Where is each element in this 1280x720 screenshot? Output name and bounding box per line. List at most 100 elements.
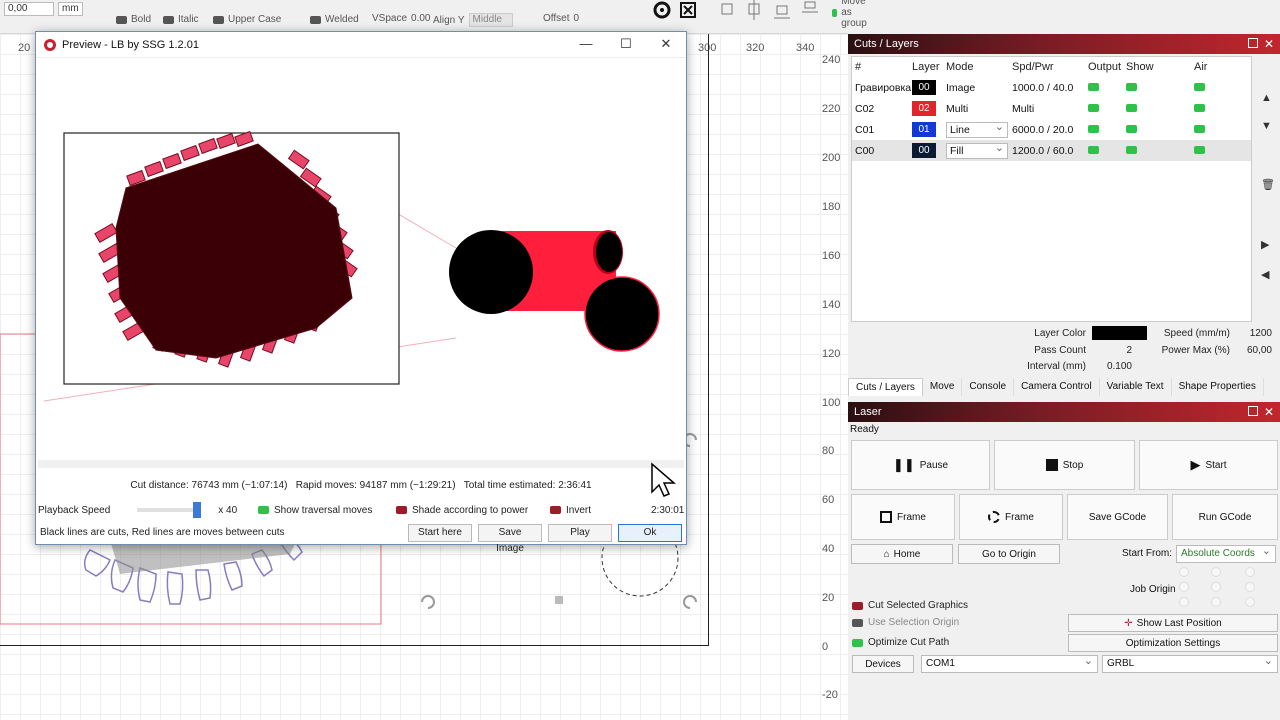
frame-circle-button[interactable]: Frame <box>959 494 1063 540</box>
vspace-input[interactable]: 0.00 <box>411 13 430 24</box>
air-toggle[interactable] <box>1194 103 1205 112</box>
start-here-button[interactable]: Start here <box>408 524 472 542</box>
layer-color-chip[interactable]: 01 <box>912 122 936 137</box>
pause-button[interactable]: ❚❚ Pause <box>851 440 990 490</box>
move-as-group-toggle[interactable]: Move as group <box>832 0 873 29</box>
origin-dot[interactable] <box>1245 597 1255 607</box>
move-layer-down-icon[interactable]: ▼ <box>1261 120 1272 132</box>
optimize-cut-path-switch[interactable] <box>852 638 863 647</box>
start-button[interactable]: ▶ Start <box>1139 440 1278 490</box>
frame-button[interactable]: Frame <box>851 494 955 540</box>
welded-toggle[interactable]: Welded <box>310 14 359 25</box>
offset-input[interactable]: 0 <box>574 13 580 24</box>
layer-color-swatch[interactable] <box>1092 326 1147 340</box>
rotate-handle-icon[interactable] <box>680 592 700 612</box>
port-select[interactable]: COM1 <box>921 653 1098 673</box>
air-toggle[interactable] <box>1194 145 1205 154</box>
air-toggle[interactable] <box>1194 124 1205 133</box>
tab-console[interactable]: Console <box>962 378 1015 396</box>
tab-camera-control[interactable]: Camera Control <box>1014 378 1100 396</box>
layer-color-chip[interactable]: 00 <box>912 143 936 158</box>
table-row[interactable]: C02 02 Multi Multi <box>852 98 1251 119</box>
delete-layer-icon[interactable]: 🗑 <box>1261 178 1275 191</box>
show-traversal-toggle[interactable]: Show traversal moves <box>258 502 372 518</box>
align-left-icon[interactable] <box>718 0 738 20</box>
tab-shape-properties[interactable]: Shape Properties <box>1172 378 1264 396</box>
invert-switch[interactable] <box>550 506 561 514</box>
align-center-icon[interactable] <box>744 0 764 20</box>
output-toggle[interactable] <box>1088 124 1099 133</box>
align-top-icon[interactable] <box>772 0 792 20</box>
tab-move[interactable]: Move <box>923 378 963 396</box>
optimize-cut-path-toggle[interactable]: Optimize Cut Path <box>852 637 949 648</box>
use-selection-origin-switch[interactable] <box>852 618 863 627</box>
layer-color-chip[interactable]: 02 <box>912 101 936 116</box>
float-panel-icon[interactable] <box>1248 406 1258 416</box>
origin-dot[interactable] <box>1179 582 1189 592</box>
shade-power-toggle[interactable]: Shade according to power <box>396 502 528 518</box>
output-toggle[interactable] <box>1088 82 1099 91</box>
distribute-icon[interactable] <box>800 0 820 20</box>
close-panel-icon[interactable]: ✕ <box>1264 402 1274 422</box>
tab-cuts-layers[interactable]: Cuts / Layers <box>848 378 923 396</box>
move-as-group-switch[interactable] <box>832 8 838 17</box>
welded-switch[interactable] <box>310 15 321 24</box>
close-panel-icon[interactable]: ✕ <box>1264 34 1274 54</box>
power-max-input[interactable]: 60,00 <box>1232 345 1272 356</box>
settings-tool-icon[interactable] <box>678 0 698 20</box>
origin-dot[interactable] <box>1211 582 1221 592</box>
optimization-settings-button[interactable]: Optimization Settings <box>1068 634 1278 652</box>
play-button[interactable]: Play <box>548 524 612 542</box>
origin-dot[interactable] <box>1211 597 1221 607</box>
save-image-button[interactable]: Save Image <box>478 524 542 554</box>
table-row[interactable]: Гравировка 00 Image 1000.0 / 40.0 <box>852 77 1251 98</box>
origin-dot[interactable] <box>1245 567 1255 577</box>
run-gcode-button[interactable]: Run GCode <box>1172 494 1278 540</box>
minimize-icon[interactable]: — <box>566 32 606 56</box>
ok-button[interactable]: Ok <box>618 524 682 542</box>
origin-dot[interactable] <box>1179 567 1189 577</box>
bold-switch[interactable] <box>116 15 127 24</box>
italic-toggle[interactable]: Italic <box>163 14 199 25</box>
maximize-icon[interactable]: ☐ <box>606 32 646 56</box>
show-traversal-switch[interactable] <box>258 506 269 514</box>
show-toggle[interactable] <box>1126 124 1137 133</box>
layer-mode-select[interactable]: Fill <box>946 141 1008 159</box>
invert-toggle[interactable]: Invert <box>550 502 591 518</box>
shade-power-switch[interactable] <box>396 506 407 514</box>
collapse-left-icon[interactable]: ◀ <box>1261 268 1269 281</box>
output-toggle[interactable] <box>1088 103 1099 112</box>
go-to-origin-button[interactable]: Go to Origin <box>958 544 1060 564</box>
table-row[interactable]: C01 01 Line 6000.0 / 20.0 <box>852 119 1251 140</box>
upper-case-switch[interactable] <box>213 15 224 24</box>
controller-select[interactable]: GRBL <box>1102 653 1278 673</box>
align-y-select[interactable]: Middle <box>468 13 513 27</box>
output-toggle[interactable] <box>1088 145 1099 154</box>
bold-toggle[interactable]: Bold <box>116 14 151 25</box>
save-gcode-button[interactable]: Save GCode <box>1067 494 1168 540</box>
layer-mode[interactable]: Multi <box>946 103 1012 115</box>
origin-dot[interactable] <box>1211 567 1221 577</box>
preview-timeline-scrollbar[interactable] <box>38 460 684 468</box>
move-layer-up-icon[interactable]: ▲ <box>1261 92 1272 104</box>
home-button[interactable]: ⌂ Home <box>851 544 953 564</box>
table-row[interactable]: C00 00 Fill 1200.0 / 60.0 <box>852 140 1251 161</box>
close-icon[interactable]: ✕ <box>646 32 686 56</box>
show-toggle[interactable] <box>1126 82 1137 91</box>
layer-mode-select[interactable]: Line <box>946 120 1008 138</box>
layer-color-chip[interactable]: 00 <box>912 80 936 95</box>
air-toggle[interactable] <box>1194 82 1205 91</box>
speed-input[interactable]: 1200 <box>1232 328 1272 339</box>
slider-thumb[interactable] <box>193 502 202 518</box>
playback-speed-slider[interactable] <box>137 502 202 518</box>
show-toggle[interactable] <box>1126 103 1137 112</box>
tab-variable-text[interactable]: Variable Text <box>1100 378 1172 396</box>
show-last-position-button[interactable]: ✛ Show Last Position <box>1068 614 1278 632</box>
float-panel-icon[interactable] <box>1248 38 1258 48</box>
scale-handle[interactable] <box>555 596 563 604</box>
layer-mode[interactable]: Image <box>946 82 1012 94</box>
interval-input[interactable]: 0.100 <box>1092 361 1132 372</box>
unit-input[interactable]: mm <box>58 2 83 16</box>
upper-case-toggle[interactable]: Upper Case <box>213 14 281 25</box>
rotate-tool-icon[interactable] <box>652 0 672 20</box>
